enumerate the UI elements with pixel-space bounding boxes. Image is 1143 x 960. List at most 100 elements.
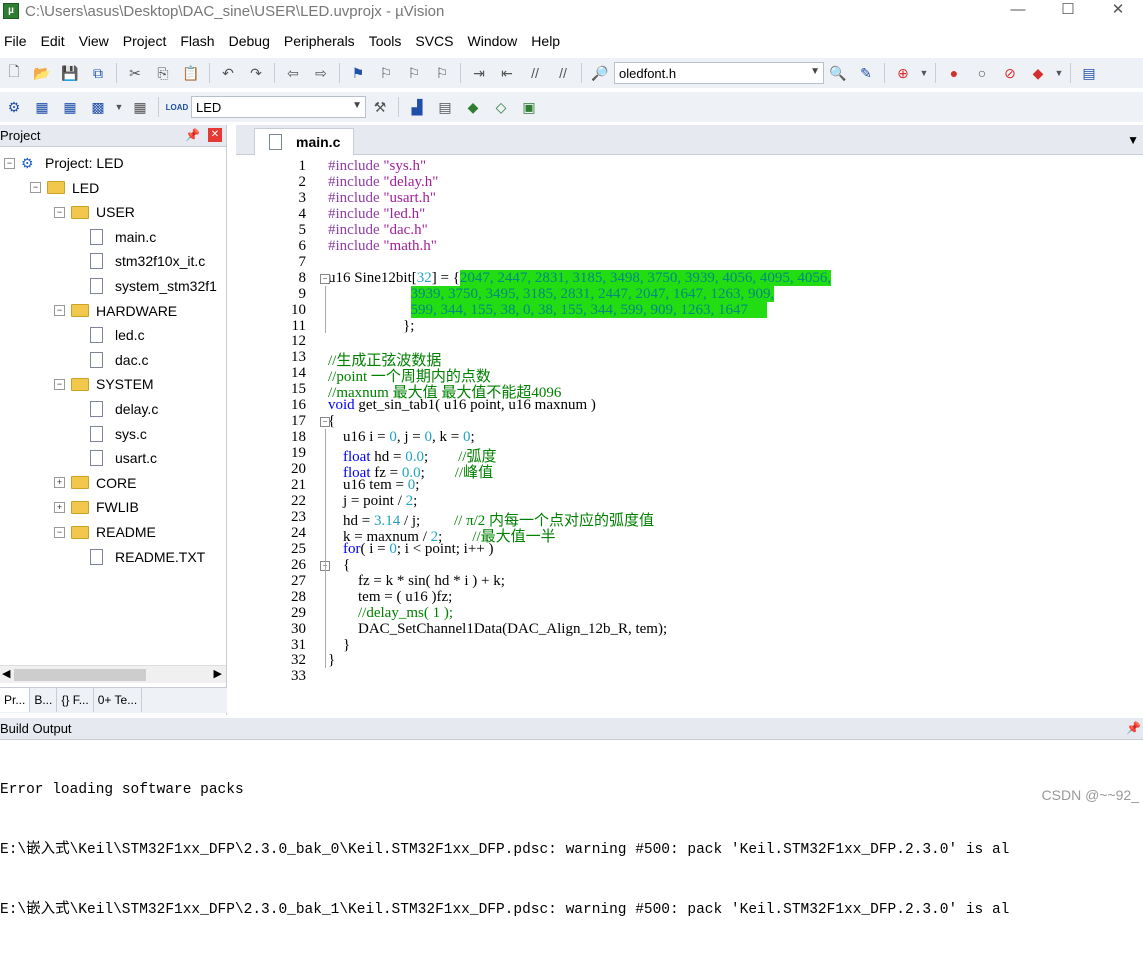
- file-extensions-icon[interactable]: ▤: [433, 96, 457, 118]
- save-all-icon[interactable]: ⧉: [86, 62, 110, 84]
- undo-icon[interactable]: ↶: [216, 62, 240, 84]
- collapse-icon[interactable]: −: [54, 305, 65, 317]
- batch-build-icon[interactable]: ▩: [86, 96, 110, 118]
- tree-item[interactable]: led.c: [90, 324, 145, 346]
- tree-item[interactable]: sys.c: [90, 423, 147, 445]
- nav-back-icon[interactable]: ⇦: [281, 62, 305, 84]
- tree-item[interactable]: README.TXT: [90, 546, 205, 568]
- menu-debug[interactable]: Debug: [229, 33, 270, 49]
- find-combo[interactable]: oledfont.h ▼: [614, 62, 824, 84]
- configure-tools-icon[interactable]: ◆: [1026, 62, 1050, 84]
- tree-item[interactable]: + CORE: [54, 472, 136, 494]
- minimize-button[interactable]: —: [993, 0, 1043, 22]
- tab-books[interactable]: B...: [30, 688, 58, 712]
- pin-icon[interactable]: 📌: [1126, 721, 1141, 735]
- tree-item[interactable]: − LED: [30, 177, 99, 199]
- target-options-icon[interactable]: ⚒: [368, 96, 392, 118]
- window-layout-icon[interactable]: ▤: [1077, 62, 1101, 84]
- chevron-down-icon[interactable]: ▼: [919, 62, 929, 84]
- expand-icon[interactable]: +: [54, 501, 65, 513]
- stop-build-icon[interactable]: ▦: [128, 96, 152, 118]
- menu-window[interactable]: Window: [468, 33, 518, 49]
- unindent-icon[interactable]: ⇤: [495, 62, 519, 84]
- copy-icon[interactable]: ⎘: [151, 62, 175, 84]
- tree-item[interactable]: dac.c: [90, 349, 148, 371]
- menu-tools[interactable]: Tools: [369, 33, 402, 49]
- target-combo[interactable]: LED ▼: [191, 96, 366, 118]
- tree-item[interactable]: + FWLIB: [54, 496, 139, 518]
- tree-item[interactable]: − ⚙ Project: LED: [4, 152, 124, 174]
- tab-templates[interactable]: 0+ Te...: [94, 688, 143, 712]
- start-debug-icon[interactable]: ⊕: [891, 62, 915, 84]
- tab-project[interactable]: Pr...: [0, 688, 31, 712]
- menu-view[interactable]: View: [79, 33, 109, 49]
- save-icon[interactable]: 💾: [58, 62, 82, 84]
- menu-help[interactable]: Help: [531, 33, 560, 49]
- scroll-left-icon[interactable]: ◀: [2, 667, 10, 680]
- horizontal-scrollbar[interactable]: ◀ ▶: [0, 665, 226, 683]
- next-bookmark-icon[interactable]: ⚐: [402, 62, 426, 84]
- uncomment-icon[interactable]: //: [551, 62, 575, 84]
- collapse-icon[interactable]: −: [54, 378, 65, 390]
- menu-edit[interactable]: Edit: [41, 33, 65, 49]
- code-editor[interactable]: 1 2 3 4 5 6 7 8 9 10 11 12 13 14 15 16 17 18 19 20 21 22 23 24 2…: [236, 156, 1143, 728]
- close-button[interactable]: ✕: [1093, 0, 1143, 22]
- tree-item[interactable]: main.c: [90, 226, 156, 248]
- nav-forward-icon[interactable]: ⇨: [309, 62, 333, 84]
- tree-item[interactable]: stm32f10x_it.c: [90, 250, 205, 272]
- tree-item[interactable]: − SYSTEM: [54, 373, 154, 395]
- fold-marker-icon[interactable]: −: [320, 273, 330, 284]
- comment-icon[interactable]: //: [523, 62, 547, 84]
- incremental-find-icon[interactable]: ✎: [854, 62, 878, 84]
- menu-file[interactable]: File: [4, 33, 27, 49]
- collapse-icon[interactable]: −: [4, 157, 15, 169]
- kill-breakpoints-icon[interactable]: ⊘: [998, 62, 1022, 84]
- tree-item[interactable]: − USER: [54, 201, 135, 223]
- rebuild-icon[interactable]: ▦: [58, 96, 82, 118]
- pin-icon[interactable]: 📌: [185, 128, 200, 142]
- prev-bookmark-icon[interactable]: ⚐: [374, 62, 398, 84]
- collapse-icon[interactable]: −: [30, 182, 41, 194]
- new-file-icon[interactable]: 🗋: [2, 62, 26, 84]
- menu-peripherals[interactable]: Peripherals: [284, 33, 355, 49]
- chevron-down-icon[interactable]: ▼: [810, 66, 820, 77]
- indent-icon[interactable]: ⇥: [467, 62, 491, 84]
- collapse-icon[interactable]: −: [54, 206, 65, 218]
- close-icon[interactable]: ✕: [208, 128, 222, 142]
- menu-svcs[interactable]: SVCS: [415, 33, 453, 49]
- expand-icon[interactable]: +: [54, 477, 65, 489]
- disable-breakpoint-icon[interactable]: ○: [970, 62, 994, 84]
- select-packs-icon[interactable]: ◇: [489, 96, 513, 118]
- bookmark-icon[interactable]: ⚑: [346, 62, 370, 84]
- open-file-icon[interactable]: 📂: [30, 62, 54, 84]
- scrollbar-thumb[interactable]: [14, 669, 146, 681]
- tree-item[interactable]: − HARDWARE: [54, 300, 177, 322]
- redo-icon[interactable]: ↷: [244, 62, 268, 84]
- tree-item[interactable]: usart.c: [90, 447, 157, 469]
- maximize-button[interactable]: ☐: [1043, 0, 1093, 22]
- tab-functions[interactable]: {} F...: [57, 688, 94, 712]
- tree-item[interactable]: − README: [54, 521, 156, 543]
- translate-icon[interactable]: ⚙: [2, 96, 26, 118]
- fold-marker-icon[interactable]: −: [320, 417, 330, 428]
- breakpoint-icon[interactable]: ●: [942, 62, 966, 84]
- menu-project[interactable]: Project: [123, 33, 167, 49]
- tab-main-c[interactable]: main.c: [254, 128, 354, 155]
- menu-flash[interactable]: Flash: [180, 33, 214, 49]
- load-icon[interactable]: LOAD: [165, 96, 189, 118]
- manage-rte-icon[interactable]: ▣: [517, 96, 541, 118]
- chevron-down-icon[interactable]: ▼: [114, 96, 124, 118]
- chevron-down-icon[interactable]: ▼: [1054, 62, 1064, 84]
- clear-bookmarks-icon[interactable]: ⚐: [430, 62, 454, 84]
- manage-project-icon[interactable]: ▟: [405, 96, 429, 118]
- cut-icon[interactable]: ✂: [123, 62, 147, 84]
- collapse-icon[interactable]: −: [54, 526, 65, 538]
- find-in-files-icon[interactable]: 🔎: [588, 62, 612, 84]
- chevron-down-icon[interactable]: ▼: [1127, 133, 1139, 147]
- chevron-down-icon[interactable]: ▼: [352, 100, 362, 111]
- find-icon[interactable]: 🔍: [826, 62, 850, 84]
- pack-installer-icon[interactable]: ◆: [461, 96, 485, 118]
- tree-item[interactable]: system_stm32f1: [90, 275, 217, 297]
- scroll-right-icon[interactable]: ▶: [214, 667, 222, 680]
- tree-item[interactable]: delay.c: [90, 398, 158, 420]
